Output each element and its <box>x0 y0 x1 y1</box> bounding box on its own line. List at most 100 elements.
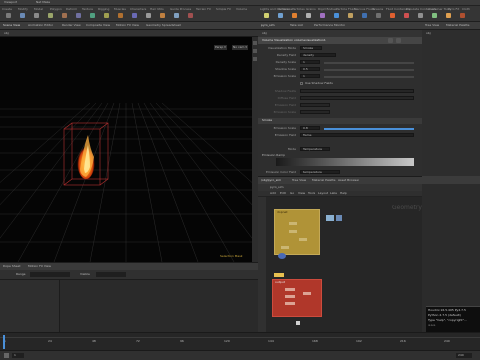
line-icon[interactable] <box>90 13 95 18</box>
tab-asset-browser[interactable]: Asset Browser <box>338 179 359 182</box>
sphere-icon[interactable] <box>20 13 25 18</box>
network-path[interactable]: pyro_sim <box>270 186 284 189</box>
param-field[interactable] <box>300 89 414 93</box>
tab-take-list[interactable]: Take List <box>290 24 303 27</box>
menu-tools[interactable]: Tools <box>308 192 315 195</box>
grid-icon[interactable] <box>62 13 67 18</box>
python-console[interactable]: Houdini 16.5.405 Py2.7.5 Python 2.7.5 (d… <box>426 306 480 332</box>
explosion-icon[interactable] <box>446 13 451 18</box>
time-cursor[interactable] <box>3 335 5 349</box>
lighting-icon[interactable] <box>253 49 257 53</box>
node[interactable] <box>289 222 297 225</box>
smoke-icon[interactable] <box>418 13 423 18</box>
grains-icon[interactable] <box>306 13 311 18</box>
particles-icon[interactable] <box>292 13 297 18</box>
tab-material-palette[interactable]: Material Palette <box>446 24 470 27</box>
tab-geo-spreadsheet[interactable]: Geometry Spreadsheet <box>146 24 181 27</box>
range-field[interactable] <box>30 272 70 277</box>
gear-icon[interactable] <box>388 38 393 43</box>
menu-help[interactable]: Help <box>340 192 347 195</box>
play-icon[interactable] <box>4 353 9 358</box>
shelf-tab[interactable]: Cloth <box>462 7 470 11</box>
tab-performance-monitor[interactable]: Performance Monitor <box>314 24 345 27</box>
flip-icon[interactable] <box>334 13 339 18</box>
path-icon[interactable] <box>146 13 151 18</box>
node[interactable] <box>285 288 295 291</box>
param-slider[interactable] <box>324 76 414 78</box>
tab-network[interactable]: /obj/pyro_sim <box>261 179 281 182</box>
persp-menu[interactable]: Persp ▾ <box>214 45 227 50</box>
menu-edit[interactable]: Edit <box>280 192 286 195</box>
param-field[interactable]: 1 <box>300 60 320 64</box>
param-field[interactable]: 0.5 <box>300 67 320 71</box>
tab-pyro-sim[interactable]: pyro_sim <box>261 24 275 27</box>
billowy-smoke-icon[interactable] <box>460 13 465 18</box>
tab-scene-view[interactable]: Scene View <box>3 24 20 27</box>
visible-field[interactable] <box>96 272 126 277</box>
rbd-icon[interactable] <box>320 13 325 18</box>
param-slider[interactable] <box>324 128 414 130</box>
menu-go[interactable]: Go <box>290 192 294 195</box>
tube-icon[interactable] <box>34 13 39 18</box>
node[interactable] <box>296 321 300 325</box>
shading-icon[interactable] <box>253 57 257 61</box>
node[interactable] <box>336 215 342 221</box>
shelf-tab[interactable]: Particles <box>292 7 305 11</box>
tab-tree-view[interactable]: Tree View <box>292 179 306 182</box>
right2-panel[interactable] <box>422 184 480 306</box>
tab-viewport[interactable]: Viewport <box>4 1 17 4</box>
camera-icon[interactable] <box>264 13 269 18</box>
circle-icon[interactable] <box>104 13 109 18</box>
node[interactable] <box>281 246 289 249</box>
end-frame-field[interactable]: 240 <box>456 353 472 358</box>
param-slider[interactable] <box>324 69 414 71</box>
shelf-tab[interactable]: Guide Process <box>170 7 191 11</box>
torus-icon[interactable] <box>48 13 53 18</box>
param-menu[interactable]: Smoke <box>300 46 322 50</box>
menu-view[interactable]: View <box>298 192 305 195</box>
channel-list[interactable] <box>0 280 60 332</box>
shelf-tab[interactable]: Hair Utils <box>150 7 164 11</box>
shelf-tab[interactable]: Texture <box>82 7 93 11</box>
cloth-icon[interactable] <box>432 13 437 18</box>
timeline[interactable]: 1 24 48 72 96 120 144 168 192 216 240 <box>0 332 480 350</box>
right-panel[interactable]: obj <box>422 30 480 176</box>
network-box-yellow[interactable]: dopnet <box>274 209 320 255</box>
shelf-tab[interactable]: Collisions <box>278 7 292 11</box>
node[interactable] <box>303 292 311 295</box>
network-box-red[interactable]: output <box>272 279 322 317</box>
node[interactable] <box>326 215 334 221</box>
tab-tree-view[interactable]: Tree View <box>425 24 439 27</box>
pyro-icon[interactable] <box>390 13 395 18</box>
tab-motion-fx-view[interactable]: Motion FX View <box>28 265 51 268</box>
node[interactable] <box>278 253 286 259</box>
node[interactable] <box>289 230 297 233</box>
shelf-tab[interactable]: Oceans <box>372 7 383 11</box>
param-field[interactable]: flame <box>300 133 414 137</box>
param-field[interactable] <box>300 110 330 114</box>
shelf-tab[interactable]: Terrain FX <box>196 7 211 11</box>
spray-paint-icon[interactable] <box>160 13 165 18</box>
curve-icon[interactable] <box>118 13 123 18</box>
tab-composite-view[interactable]: Composite View <box>86 24 110 27</box>
param-field[interactable] <box>300 96 414 100</box>
collision-icon[interactable] <box>278 13 283 18</box>
node[interactable] <box>285 295 295 298</box>
tab-render-view[interactable]: Render View <box>62 24 81 27</box>
tab-net-make[interactable]: Net Make <box>36 1 50 4</box>
param-field[interactable]: temperature <box>300 170 340 174</box>
section-header[interactable]: Smoke <box>258 118 422 124</box>
shelf-tab[interactable]: Simple FX <box>216 7 231 11</box>
right-path[interactable]: obj <box>426 32 431 35</box>
shelf-tab[interactable]: Volume <box>236 7 247 11</box>
shelf-tab[interactable]: Grains <box>306 7 316 11</box>
network-canvas[interactable]: Geometry dopnet output <box>258 197 422 332</box>
scene-viewport[interactable]: Persp ▾ No cam ▾ Selection Mask <box>0 37 252 262</box>
shelf-tab[interactable]: Modify <box>18 7 28 11</box>
display-options-icon[interactable] <box>253 41 257 45</box>
node[interactable] <box>299 238 307 241</box>
emission-ramp[interactable] <box>276 158 414 166</box>
shelf-tab[interactable]: Characters <box>130 7 146 11</box>
dopesheet-body[interactable] <box>0 280 258 332</box>
node[interactable] <box>285 302 295 305</box>
